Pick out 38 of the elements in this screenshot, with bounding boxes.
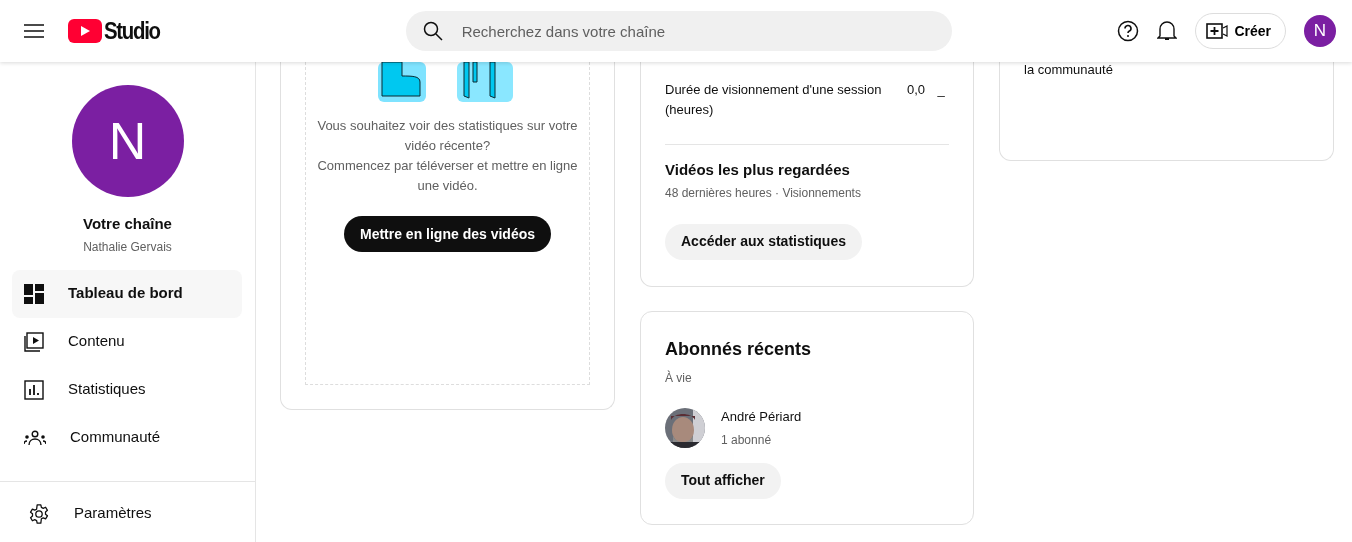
channel-avatar[interactable]: N	[71, 85, 184, 197]
analytics-button[interactable]: Accéder aux statistiques	[665, 223, 862, 260]
help-icon[interactable]	[1117, 20, 1140, 42]
menu-icon[interactable]	[24, 24, 44, 38]
card-title: Abonnés récents	[665, 338, 813, 361]
hint-text: Commencez par téléverser et mettre en ligne une vidéo.	[316, 157, 579, 195]
sidebar-item[interactable]: Communauté	[12, 413, 242, 462]
card-subtitle: À vie	[665, 369, 693, 387]
logo-text[interactable]: Studio	[104, 13, 160, 49]
hint-text: Vous souhaitez voir des statistiques sur votre vidéo récente?	[316, 117, 579, 155]
sidebar-item[interactable]: Statistiques	[12, 365, 242, 414]
search-icon	[422, 21, 443, 41]
bar-chart-icon	[24, 379, 44, 400]
add-video-icon	[1206, 23, 1229, 39]
search-field[interactable]: Recherchez dans votre chaîne	[405, 11, 952, 51]
bell-icon[interactable]	[1157, 20, 1178, 42]
play-logo-icon	[68, 19, 102, 43]
sidebar-item[interactable]: Tableau de bord	[12, 269, 242, 318]
create-button[interactable]: Créer	[1195, 13, 1286, 49]
subscriber-count: 1 abonné	[721, 431, 773, 449]
trend-mark: _	[936, 81, 946, 99]
metric-label: Durée de visionnement d'une session (heures)	[665, 81, 883, 119]
section-subtitle: 48 dernières heures · Visionnements	[665, 184, 862, 202]
people-icon	[24, 429, 46, 446]
dashboard-icon	[24, 283, 44, 304]
channel-title: Votre chaîne	[82, 214, 173, 234]
account-avatar[interactable]: N	[1304, 15, 1336, 47]
channel-name: Nathalie Gervais	[82, 238, 173, 256]
settings-item[interactable]: Paramètres	[16, 489, 246, 538]
card-text: la communauté	[1024, 62, 1114, 78]
sidebar-item[interactable]: Contenu	[12, 317, 242, 366]
metric-value: 0,0	[906, 81, 925, 99]
section-title: Vidéos les plus regardées	[665, 160, 851, 180]
show-all-button[interactable]: Tout afficher	[665, 462, 781, 499]
settings-icon	[28, 502, 50, 525]
upload-videos-button[interactable]: Mettre en ligne des vidéos	[343, 216, 552, 252]
video-library-icon	[24, 331, 44, 352]
subscriber-name[interactable]: André Périard	[721, 407, 802, 427]
